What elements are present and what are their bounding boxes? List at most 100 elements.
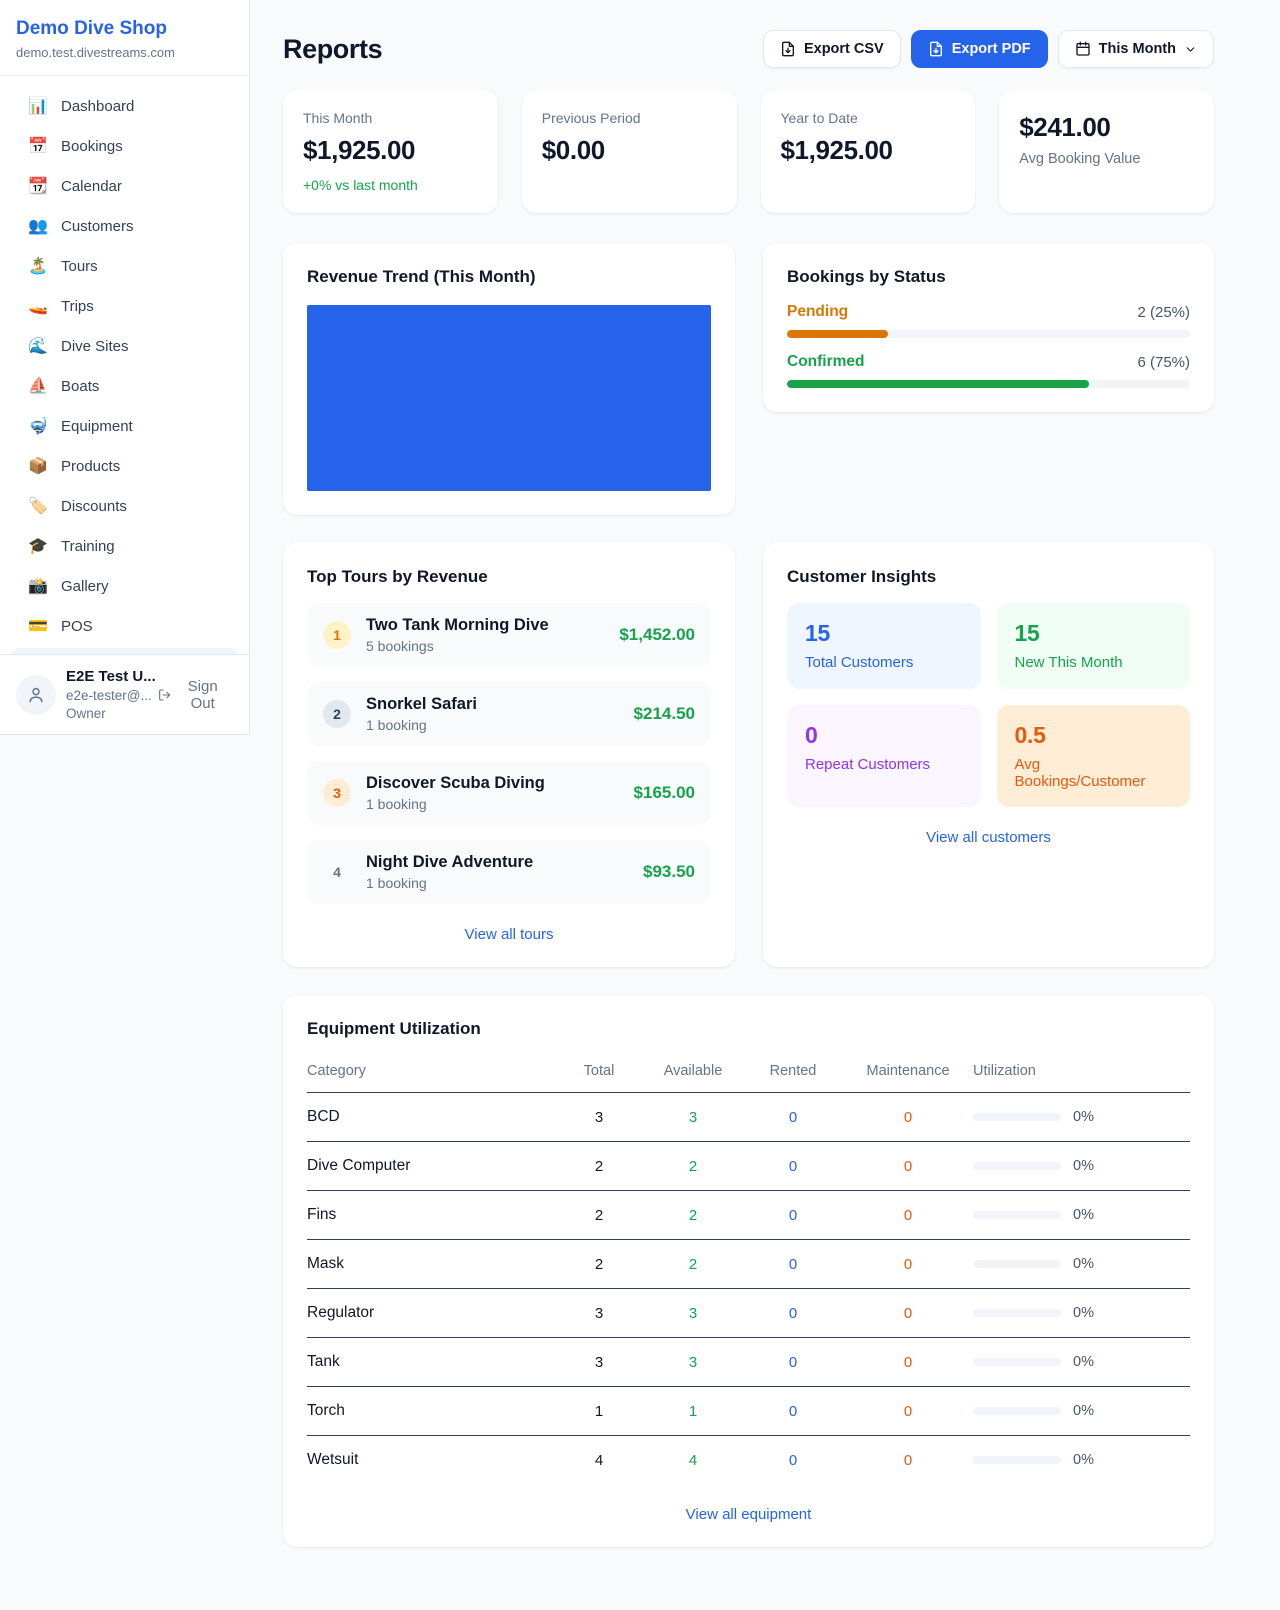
sign-out-icon	[158, 687, 171, 703]
equipment-utilization-cell: 0%	[973, 1338, 1190, 1387]
equipment-rented: 0	[743, 1436, 843, 1485]
equipment-category: Tank	[307, 1338, 555, 1387]
rank-badge: 3	[323, 779, 351, 807]
view-all-equipment-link[interactable]: View all equipment	[307, 1506, 1190, 1523]
utilization-percent: 0%	[1073, 1452, 1094, 1468]
equipment-row: Fins 2 2 0 0 0%	[307, 1191, 1190, 1240]
calendar-icon: 📆	[28, 176, 48, 196]
equipment-available: 4	[643, 1436, 743, 1485]
sidebar-item-gallery[interactable]: 📸Gallery	[12, 566, 237, 606]
utilization-percent: 0%	[1073, 1354, 1094, 1370]
view-all-tours-link[interactable]: View all tours	[307, 926, 711, 943]
status-bar-track	[787, 330, 1190, 338]
equipment-maintenance: 0	[843, 1142, 973, 1191]
period-selector-label: This Month	[1099, 41, 1176, 57]
utilization-bar	[973, 1113, 1061, 1121]
export-pdf-button[interactable]: Export PDF	[911, 30, 1048, 68]
equipment-total: 2	[555, 1142, 643, 1191]
equipment-header-row: Category Total Available Rented Maintena…	[307, 1055, 1190, 1093]
sidebar-item-training[interactable]: 🎓Training	[12, 526, 237, 566]
dashboard-icon: 📊	[28, 96, 48, 116]
equipment-row: Dive Computer 2 2 0 0 0%	[307, 1142, 1190, 1191]
tile-value: 15	[1015, 620, 1173, 647]
user-section: E2E Test U... e2e-tester@... Owner Sign …	[0, 654, 249, 734]
column-header-maintenance: Maintenance	[843, 1055, 973, 1093]
stat-label: Previous Period	[542, 110, 717, 126]
user-name: E2E Test U...	[66, 667, 142, 687]
sidebar-item-tours[interactable]: 🏝️Tours	[12, 246, 237, 286]
sidebar-item-label: Calendar	[61, 178, 122, 195]
stat-card-year-to-date: Year to Date $1,925.00	[761, 90, 976, 213]
equipment-available: 2	[643, 1191, 743, 1240]
card-title: Bookings by Status	[787, 267, 1190, 287]
sidebar-item-label: Boats	[61, 378, 99, 395]
sidebar-item-products[interactable]: 📦Products	[12, 446, 237, 486]
tile-value: 0.5	[1015, 722, 1173, 749]
sidebar-item-boats[interactable]: ⛵Boats	[12, 366, 237, 406]
tour-name: Two Tank Morning Dive	[366, 616, 549, 635]
utilization-percent: 0%	[1073, 1403, 1094, 1419]
equipment-table: Category Total Available Rented Maintena…	[307, 1055, 1190, 1484]
sidebar-item-pos[interactable]: 💳POS	[12, 606, 237, 646]
equipment-rented: 0	[743, 1289, 843, 1338]
status-label: Confirmed	[787, 353, 865, 371]
sidebar-nav: 📊Dashboard 📅Bookings 📆 Calendar 👥 Customer…	[0, 86, 249, 646]
equipment-total: 3	[555, 1289, 643, 1338]
user-icon	[26, 685, 46, 705]
sidebar-item-customers[interactable]: 👥 Customers	[12, 206, 237, 246]
tour-bookings: 5 bookings	[366, 638, 549, 654]
equipment-total: 1	[555, 1387, 643, 1436]
header-actions: Export CSV Export PDF This Month	[763, 30, 1214, 68]
equipment-category: Dive Computer	[307, 1142, 555, 1191]
sidebar-item-dive-sites[interactable]: 🌊Dive Sites	[12, 326, 237, 366]
tour-bookings: 1 booking	[366, 875, 533, 891]
period-selector[interactable]: This Month	[1058, 30, 1214, 68]
column-header-available: Available	[643, 1055, 743, 1093]
equipment-icon: 🤿	[28, 416, 48, 436]
equipment-utilization-cell: 0%	[973, 1289, 1190, 1338]
sidebar-item-label: Customers	[61, 218, 134, 235]
sidebar-item-dashboard[interactable]: 📊Dashboard	[12, 86, 237, 126]
top-tours-card: Top Tours by Revenue 1 Two Tank Morning …	[283, 543, 735, 967]
equipment-category: Wetsuit	[307, 1436, 555, 1485]
equipment-rented: 0	[743, 1338, 843, 1387]
stat-card-avg-booking-value: $241.00 Avg Booking Value	[999, 90, 1214, 213]
export-pdf-label: Export PDF	[952, 41, 1031, 57]
equipment-maintenance: 0	[843, 1191, 973, 1240]
training-icon: 🎓	[28, 536, 48, 556]
equipment-row: Regulator 3 3 0 0 0%	[307, 1289, 1190, 1338]
utilization-bar	[973, 1162, 1061, 1170]
equipment-utilization-cell: 0%	[973, 1142, 1190, 1191]
customers-icon: 👥	[28, 216, 48, 236]
sidebar-item-calendar[interactable]: 📆 Calendar	[12, 166, 237, 206]
equipment-total: 2	[555, 1191, 643, 1240]
view-all-customers-link[interactable]: View all customers	[787, 829, 1190, 846]
stat-label: Year to Date	[781, 110, 956, 126]
sidebar-item-label: Tours	[61, 258, 98, 275]
status-bar-fill	[787, 380, 1089, 388]
utilization-percent: 0%	[1073, 1109, 1094, 1125]
sidebar-item-bookings[interactable]: 📅Bookings	[12, 126, 237, 166]
utilization-bar	[973, 1260, 1061, 1268]
tour-row: 4 Night Dive Adventure 1 booking $93.50	[307, 840, 711, 904]
utilization-percent: 0%	[1073, 1256, 1094, 1272]
sidebar-item-equipment[interactable]: 🤿Equipment	[12, 406, 237, 446]
equipment-total: 2	[555, 1240, 643, 1289]
sidebar-item-discounts[interactable]: 🏷️Discounts	[12, 486, 237, 526]
equipment-utilization-card: Equipment Utilization Category Total Ava…	[283, 995, 1214, 1547]
stat-label: This Month	[303, 110, 478, 126]
stat-value: $1,925.00	[303, 135, 478, 166]
rank-badge: 4	[323, 858, 351, 886]
sidebar-item-trips[interactable]: 🚤Trips	[12, 286, 237, 326]
tile-label: New This Month	[1015, 654, 1173, 671]
page-title: Reports	[283, 34, 382, 65]
sign-out-button[interactable]: Sign Out	[152, 677, 233, 713]
tour-row: 3 Discover Scuba Diving 1 booking $165.0…	[307, 761, 711, 825]
utilization-percent: 0%	[1073, 1207, 1094, 1223]
equipment-rented: 0	[743, 1240, 843, 1289]
sidebar-item-label: Discounts	[61, 498, 127, 515]
equipment-row: BCD 3 3 0 0 0%	[307, 1093, 1190, 1142]
export-csv-button[interactable]: Export CSV	[763, 30, 901, 68]
avatar	[16, 675, 56, 715]
calendar-icon	[1075, 41, 1091, 57]
